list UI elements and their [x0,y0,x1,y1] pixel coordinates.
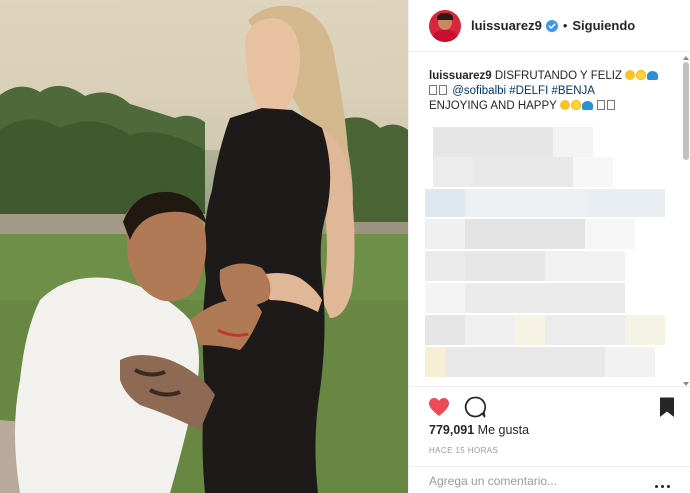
smiling-face-icon [559,100,570,110]
more-options-icon[interactable] [655,475,675,488]
header-username[interactable]: luissuarez9 [471,18,542,33]
post-header: luissuarez9 • Siguiendo [409,0,690,52]
unknown-glyph-icon [429,85,437,95]
scroll-up-arrow-icon[interactable] [683,56,689,60]
speech-bubble-icon[interactable] [463,395,487,419]
add-comment-bar [409,466,690,493]
smiling-face-icon [625,70,636,80]
photo-illustration [0,0,408,493]
comment-input[interactable] [429,473,639,489]
verified-badge-icon [545,19,558,32]
caption-line-1: DISFRUTANDO Y FELIZ [494,70,623,82]
comments-section[interactable]: luissuarez9 DISFRUTANDO Y FELIZ @sofibal… [409,53,679,385]
scrollbar-thumb[interactable] [683,62,689,160]
water-wave-icon [647,71,659,80]
hashtag-benja-link[interactable]: #BENJA [551,85,594,97]
avatar[interactable] [429,9,461,42]
pixelated-comments [425,127,665,385]
bookmark-icon[interactable] [655,395,679,419]
follow-status-button[interactable]: Siguiendo [572,18,635,33]
likes-label: Me gusta [477,423,530,437]
likes-count[interactable]: 779,091 Me gusta [429,423,529,437]
post-actions [409,386,690,422]
water-wave-icon [581,101,593,110]
likes-number: 779,091 [429,423,475,437]
comments-scrollbar[interactable] [682,56,690,386]
heart-icon[interactable] [427,395,451,419]
post-timestamp[interactable]: HACE 15 HORAS [429,446,498,455]
caption-line-3: ENJOYING AND HAPPY [429,100,557,112]
post-photo[interactable] [0,0,408,493]
post-details-panel: luissuarez9 • Siguiendo luissuarez9 DISF… [408,0,690,493]
post-caption: luissuarez9 DISFRUTANDO Y FELIZ @sofibal… [429,69,665,114]
sun-icon [636,70,647,80]
unknown-glyph-icon [607,100,616,110]
unknown-glyph-icon [597,100,606,110]
header-separator: • [562,18,568,33]
caption-username[interactable]: luissuarez9 [429,70,492,82]
unknown-glyph-icon [439,85,447,95]
mention-sofibalbi-link[interactable]: @sofibalbi [452,85,506,97]
hashtag-delfi-link[interactable]: #DELFI [509,85,548,97]
sun-icon [570,100,581,110]
